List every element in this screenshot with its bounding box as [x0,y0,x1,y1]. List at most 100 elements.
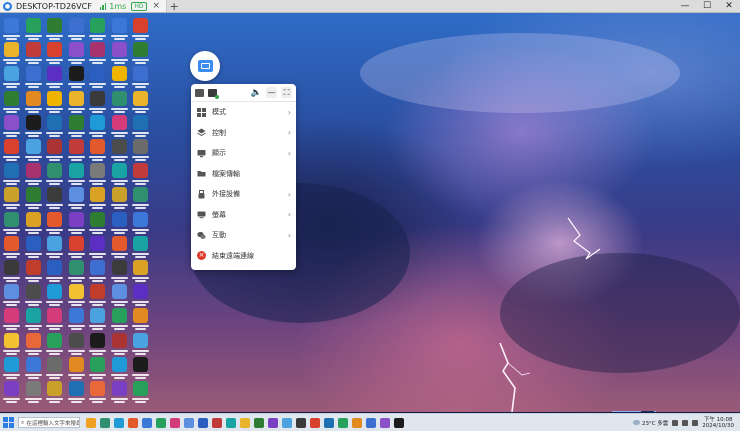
taskbar-app-icon[interactable] [254,417,264,428]
desktop-shortcut[interactable] [1,379,22,409]
start-button[interactable] [3,416,15,429]
taskbar-app-icon[interactable] [128,417,138,428]
window-maximize-button[interactable]: ☐ [696,0,718,12]
app-icon [47,381,62,396]
app-icon [4,284,19,300]
menu-item-interaction[interactable]: 互動 › [191,225,296,246]
taskbar-app-icon[interactable] [184,417,194,428]
taskbar-app-icon[interactable] [282,417,292,428]
app-icon [4,42,19,58]
taskbar-app-icon[interactable] [366,417,376,428]
taskbar-app-icon[interactable] [114,417,124,428]
app-icon [111,90,127,106]
folder-icon [197,169,206,178]
menu-item-mode[interactable]: 模式 › [191,102,296,123]
taskbar-app-icon[interactable] [142,417,152,428]
desktop-shortcut[interactable] [23,379,44,409]
desktop-shortcut[interactable] [130,379,151,409]
app-icon [133,114,148,130]
clock-time: 下午 10:08 [703,416,733,423]
desktop-shortcut[interactable] [109,379,130,409]
menu-item-file-transfer[interactable]: 檔案傳輸 [191,164,296,185]
quality-badge[interactable]: HD [131,1,147,11]
chevron-right-icon: › [287,128,291,138]
menu-item-display[interactable]: 顯示 › [191,143,296,164]
signal-strength-icon [99,2,107,10]
app-icon [90,211,105,227]
desktop-shortcut[interactable] [66,379,87,409]
app-icon [68,90,84,106]
taskbar-app-icon[interactable] [240,417,250,428]
taskbar-app-icon[interactable] [352,417,362,428]
app-icon [25,187,41,203]
volume-icon[interactable]: 🔈 [251,88,262,98]
app-icon [90,163,105,179]
app-icon [90,187,105,203]
taskbar-app-icon[interactable] [86,417,96,428]
layers-icon [197,128,206,137]
app-icon [90,260,105,275]
taskbar-app-icon[interactable] [394,417,404,428]
app-icon [4,381,19,396]
taskbar-app-icon[interactable] [100,417,110,428]
taskbar-app-icon[interactable] [198,417,208,428]
taskbar-app-icon[interactable] [310,417,320,428]
chevron-right-icon: › [287,148,291,158]
session-tab[interactable]: ● DESKTOP-TD26VCF 1ms HD × [0,0,168,12]
system-tray: 23°C 多雲 下午 10:08 2024/10/30 [632,417,740,429]
taskbar-app-icon[interactable] [268,417,278,428]
app-icon [47,332,62,348]
taskbar-app-icon[interactable] [212,417,222,428]
network-icon[interactable] [672,419,679,426]
app-icon [133,211,148,227]
volume-icon[interactable] [682,419,689,426]
taskbar-app-icon[interactable] [170,417,180,428]
window-close-button[interactable]: ✕ [718,0,740,12]
taskbar-search-input[interactable]: ⌕ 在這裡輸入文字來搜尋 [18,417,80,428]
app-icon [111,284,127,300]
taskbar-app-icon[interactable] [156,417,166,428]
taskbar-app-icon[interactable] [296,417,306,428]
desktop-shortcut[interactable] [87,379,108,409]
shortcut-label [1,398,22,404]
menu-item-label: 結束遠端連線 [212,251,254,260]
search-icon: ⌕ [21,418,25,426]
app-icon [4,18,19,33]
clock[interactable]: 下午 10:08 2024/10/30 [702,417,734,429]
app-icon [133,90,148,106]
close-tab-button[interactable]: × [153,1,161,11]
menu-item-screen[interactable]: 螢幕 › [191,205,296,226]
app-icon [90,356,105,372]
app-icon [25,42,41,58]
remote-toolbar-ball[interactable] [190,51,220,81]
app-icon [47,90,62,106]
app-icon [68,381,84,396]
window-minimize-button[interactable]: — [674,0,696,12]
remote-control-menu: 🔈 — ⛶ 模式 › 控制 › 顯示 › 檔案傳輸 外接設備 › 螢幕 › 互動… [191,84,296,270]
fullscreen-button[interactable]: ⛶ [281,87,292,98]
new-tab-button[interactable]: + [167,0,181,13]
weather-widget[interactable]: 23°C 多雲 [632,419,668,427]
latency-readout: 1ms [109,1,127,11]
monitor-icon[interactable] [195,88,204,97]
app-icon [111,235,127,251]
menu-item-end-session[interactable]: × 結束遠端連線 [191,246,296,267]
app-icon [47,308,62,324]
connected-display-icon[interactable] [208,88,219,99]
taskbar-app-icon[interactable] [226,417,236,428]
taskbar-app-icon[interactable] [380,417,390,428]
app-icon [133,42,148,58]
menu-item-control[interactable]: 控制 › [191,123,296,144]
language-icon[interactable] [692,419,699,426]
minimize-menu-button[interactable]: — [266,87,277,98]
shortcut-label [23,398,44,404]
taskbar-app-icon[interactable] [338,417,348,428]
menu-item-external-devices[interactable]: 外接設備 › [191,184,296,205]
desktop-shortcut[interactable] [44,379,65,409]
desktop-icon-grid [0,13,150,412]
window-controls: — ☐ ✕ [674,0,740,12]
taskbar-app-icon[interactable] [324,417,334,428]
app-icon [90,381,105,396]
app-icon [47,18,62,33]
remote-desktop[interactable]: 🔈 — ⛶ 模式 › 控制 › 顯示 › 檔案傳輸 外接設備 › 螢幕 › 互動… [0,13,740,412]
